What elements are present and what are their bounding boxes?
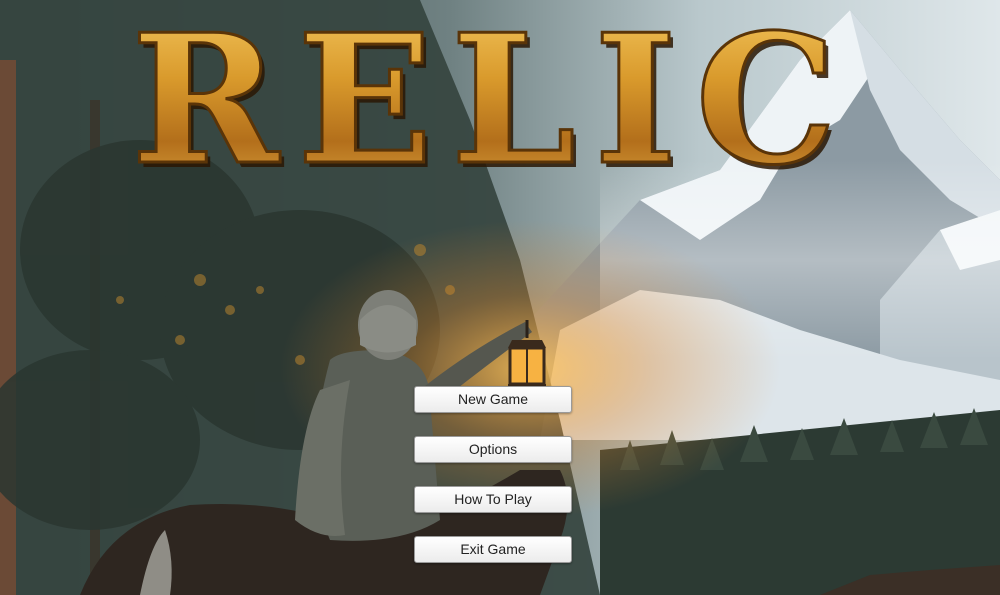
new-game-button[interactable]: New Game [414, 386, 572, 413]
how-to-play-button[interactable]: How To Play [414, 486, 572, 513]
exit-game-button[interactable]: Exit Game [414, 536, 572, 563]
main-menu: New Game Options How To Play Exit Game [414, 386, 572, 586]
options-button[interactable]: Options [414, 436, 572, 463]
game-title-logo: RELIC RELIC [130, 0, 855, 180]
game-title-text: RELIC [131, 0, 855, 180]
